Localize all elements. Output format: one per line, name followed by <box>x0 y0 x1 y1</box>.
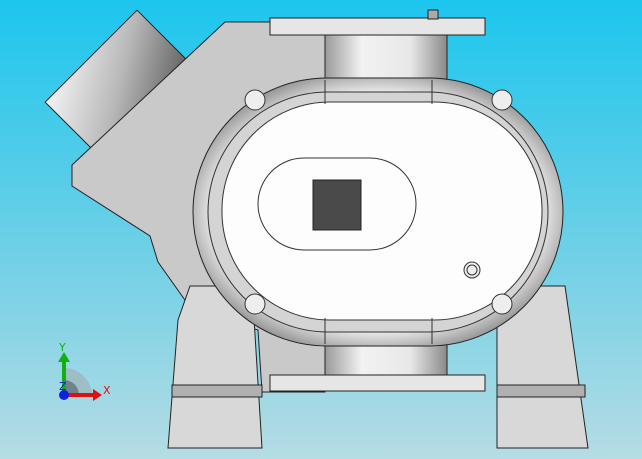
drain-plug <box>463 261 481 279</box>
bottom-flange <box>269 374 486 392</box>
view-triad[interactable]: Y X Z <box>58 341 111 401</box>
top-flange <box>269 17 486 36</box>
y-axis-label: Y <box>58 341 66 354</box>
z-axis-label: Z <box>59 380 67 393</box>
x-axis-label: X <box>103 384 111 397</box>
dark-window <box>312 179 362 231</box>
cad-model[interactable]: Y X Z <box>0 0 642 459</box>
graphics-viewport[interactable]: Y X Z <box>0 0 642 459</box>
